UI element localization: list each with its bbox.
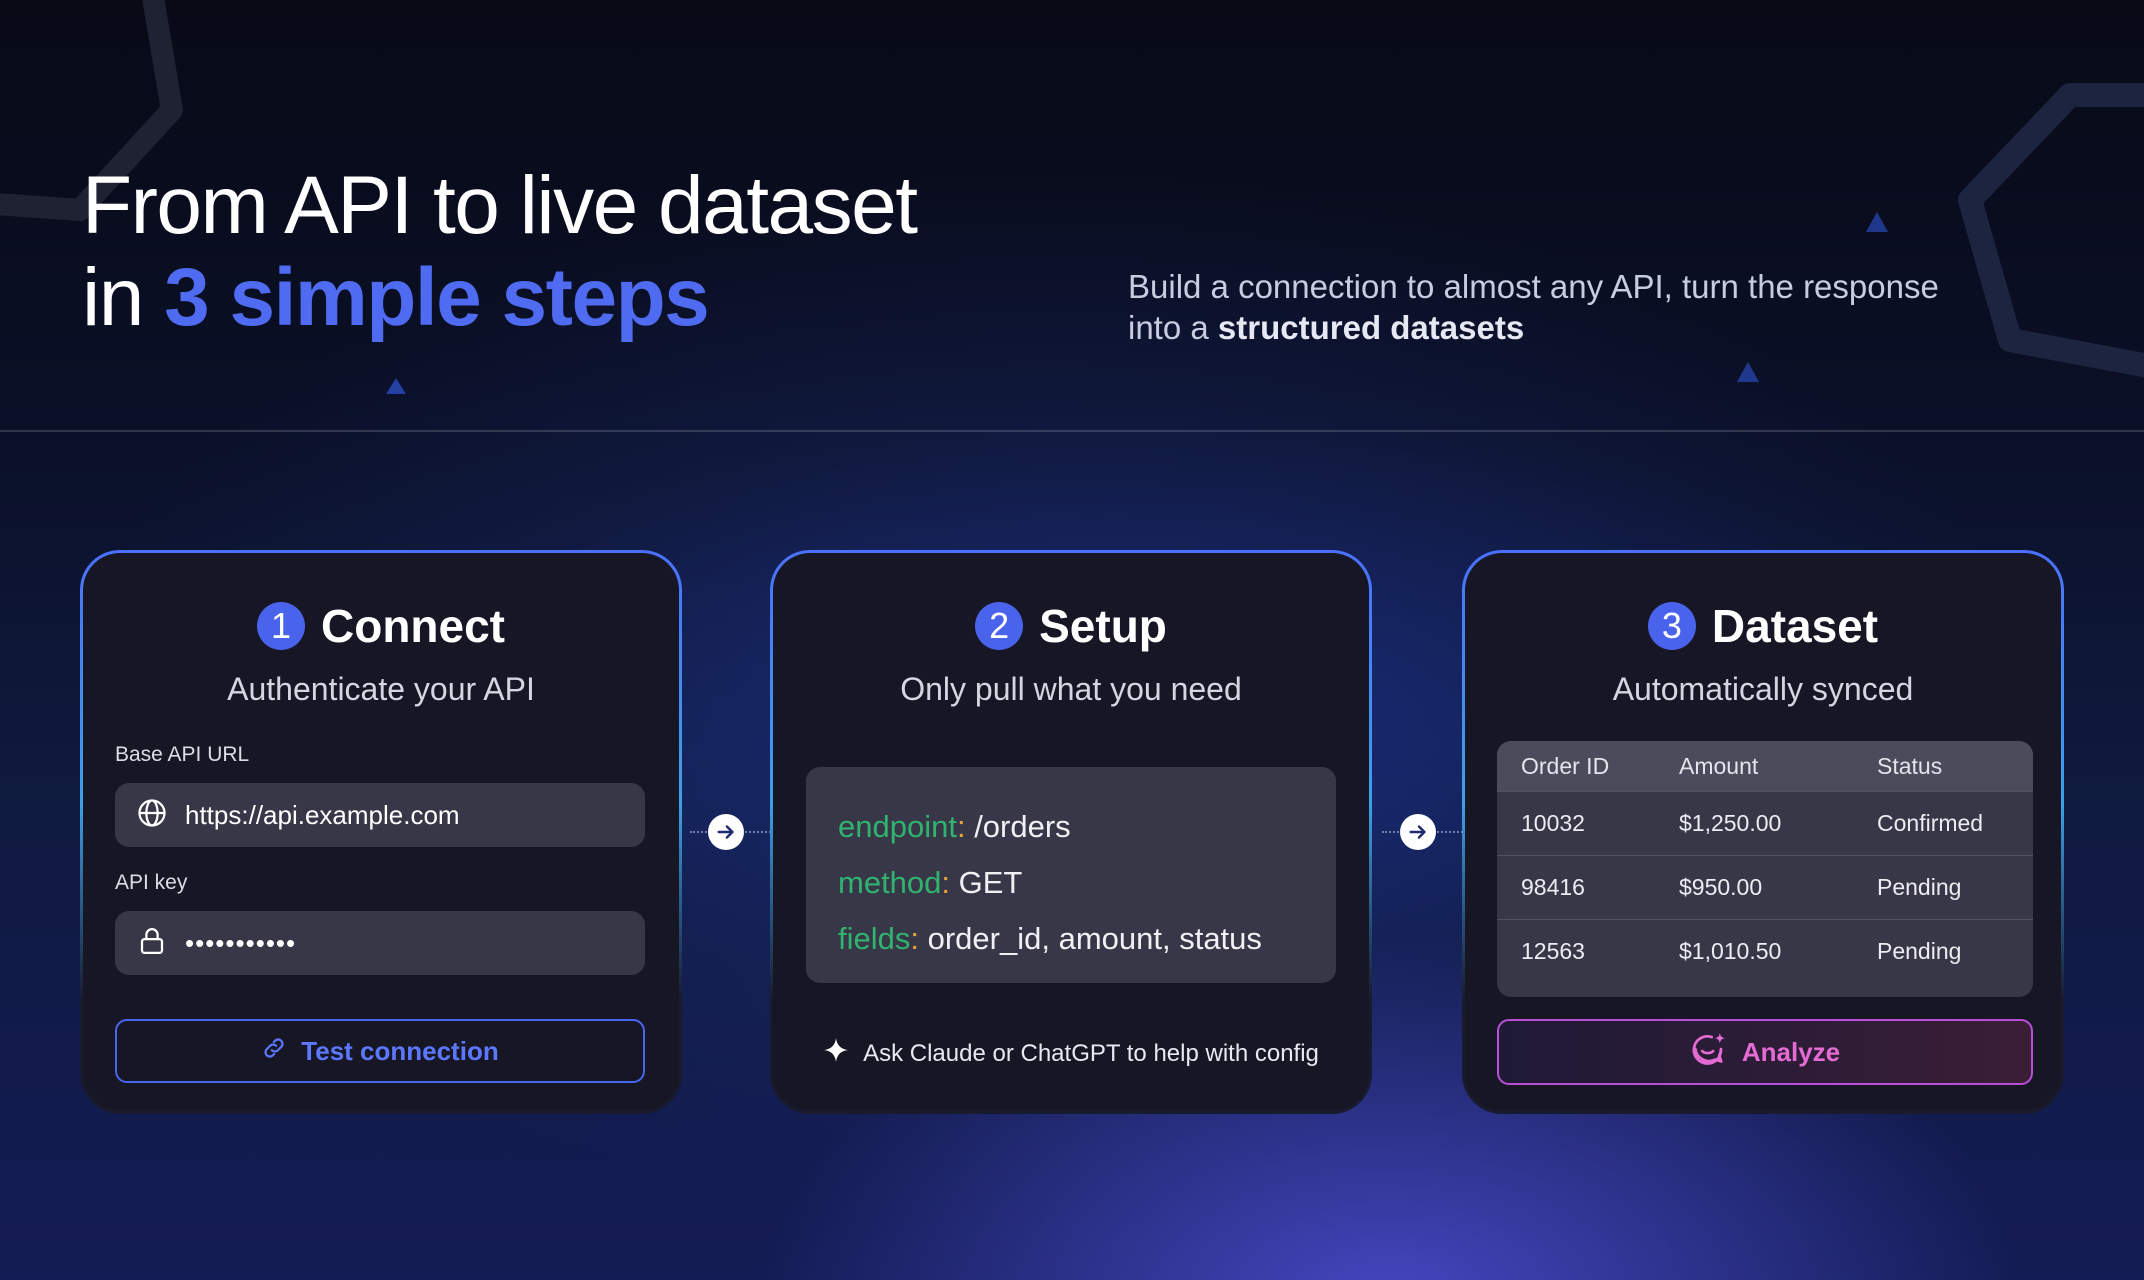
ask-ai-text: Ask Claude or ChatGPT to help with confi… (863, 1039, 1319, 1067)
cell-amount: $950.00 (1679, 874, 1763, 900)
globe-icon (137, 798, 167, 833)
connect-card-title: Connect (321, 600, 505, 652)
dataset-card-subtitle: Automatically synced (1612, 671, 1914, 707)
hero-title-line1: From API to live dataset (82, 160, 918, 251)
column-header-status[interactable]: Status (1877, 753, 2033, 780)
step-connector-2 (1374, 812, 1474, 852)
chat-sparkle-icon (1690, 1030, 1728, 1075)
cell-status: Pending (1877, 938, 1962, 964)
step-number-badge: 1 (257, 602, 305, 650)
base-url-label: Base API URL (115, 743, 250, 766)
base-url-field[interactable]: https://api.example.com (115, 783, 645, 847)
dataset-card-title: Dataset (1711, 600, 1879, 652)
lock-icon (137, 926, 167, 961)
cell-status: Pending (1877, 874, 1962, 900)
code-line-method: method: GET (838, 865, 1023, 900)
sparkle-icon (823, 1037, 849, 1070)
code-line-endpoint: endpoint: /orders (838, 809, 1071, 844)
hero-subtitle-line1: Build a connection to almost any API, tu… (1128, 268, 1939, 305)
api-key-label: API key (115, 871, 188, 894)
api-key-field[interactable]: ••••••••••• (115, 911, 645, 975)
step-connector-1 (682, 812, 782, 852)
column-header-order-id[interactable]: Order ID (1497, 753, 1679, 780)
dataset-card-header: 3 Dataset (1465, 599, 2061, 653)
hexagon-outline-right (1958, 83, 2144, 378)
table-row[interactable]: 98416 $950.00 Pending (1497, 855, 2033, 919)
setup-card-header: 2 Setup (773, 599, 1369, 653)
base-url-value: https://api.example.com (185, 799, 460, 830)
connect-card-header: 1 Connect (83, 599, 679, 653)
hero-title-line2-prefix: in (82, 252, 165, 343)
cell-status: Confirmed (1877, 810, 1984, 836)
cell-order-id: 12563 (1521, 938, 1585, 964)
dataset-card: 3 Dataset Automatically synced Order ID … (1462, 550, 2064, 1114)
cell-amount: $1,010.50 (1679, 938, 1782, 964)
ask-ai-link[interactable]: Ask Claude or ChatGPT to help with confi… (773, 1037, 1369, 1070)
api-key-value: ••••••••••• (185, 927, 297, 958)
test-connection-label: Test connection (301, 1035, 499, 1066)
table-row[interactable]: 10032 $1,250.00 Confirmed (1497, 791, 2033, 855)
cell-order-id: 10032 (1521, 810, 1585, 836)
hero-subtitle-bold: structured datasets (1217, 309, 1525, 346)
connect-card-subtitle: Authenticate your API (227, 671, 535, 707)
triangle-spark-3 (1737, 362, 1759, 382)
section-divider (0, 430, 2144, 432)
step-number-badge: 3 (1647, 602, 1696, 650)
link-icon (261, 1035, 287, 1068)
hero-title: From API to live dataset in 3 simple ste… (82, 160, 918, 344)
arrow-right-icon (1400, 814, 1436, 850)
setup-card-title: Setup (1039, 600, 1167, 652)
dataset-table: Order ID Amount Status 10032 $1,250.00 C… (1497, 741, 2033, 997)
test-connection-button[interactable]: Test connection (115, 1019, 645, 1083)
connect-card: 1 Connect Authenticate your API Base API… (80, 550, 682, 1114)
column-header-amount[interactable]: Amount (1679, 753, 1877, 780)
arrow-right-icon (708, 814, 744, 850)
analyze-label: Analyze (1741, 1036, 1841, 1067)
setup-card-subtitle: Only pull what you need (900, 671, 1242, 707)
table-header-row: Order ID Amount Status (1497, 741, 2033, 791)
analyze-button[interactable]: Analyze (1497, 1019, 2033, 1085)
triangle-spark-2 (1866, 212, 1888, 232)
table-row[interactable]: 12563 $1,010.50 Pending (1497, 919, 2033, 983)
triangle-spark-1 (386, 378, 406, 394)
hero-title-accent: 3 simple steps (164, 252, 710, 343)
cell-amount: $1,250.00 (1679, 810, 1782, 836)
hero-subtitle: Build a connection to almost any API, tu… (1128, 266, 1939, 348)
cell-order-id: 98416 (1521, 874, 1585, 900)
code-line-fields: fields: order_id, amount, status (838, 921, 1262, 956)
hero-subtitle-line2-prefix: into a (1128, 309, 1218, 346)
setup-card: 2 Setup Only pull what you need endpoint… (770, 550, 1372, 1114)
config-code-block[interactable]: endpoint: /orders method: GET fields: or… (806, 767, 1336, 983)
step-number-badge: 2 (975, 602, 1024, 650)
